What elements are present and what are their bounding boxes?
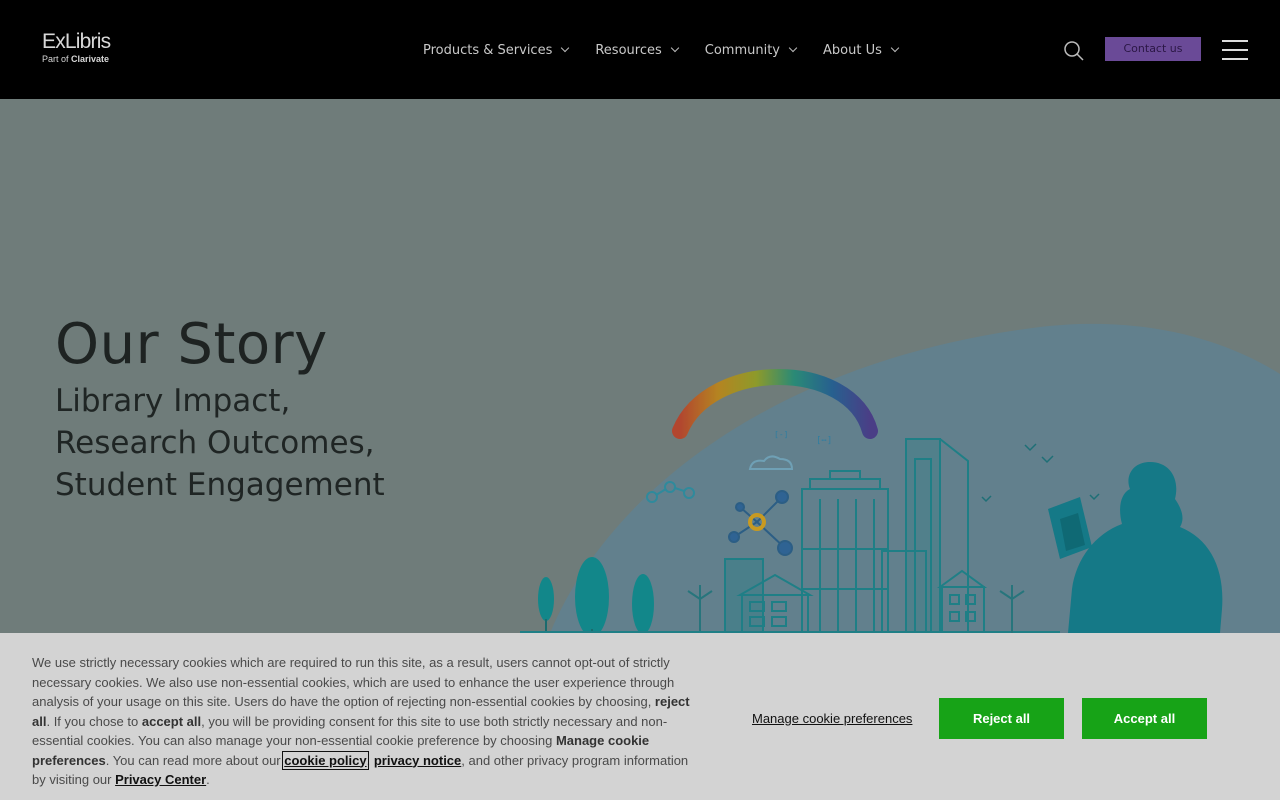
cookie-notice-text: We use strictly necessary cookies which … — [32, 653, 702, 790]
nav-item-about-us[interactable]: About Us — [823, 40, 900, 60]
cookie-text-segment: . If you chose to — [46, 713, 142, 729]
svg-text:[-]: [-] — [774, 430, 788, 439]
hamburger-icon — [1222, 40, 1248, 42]
nav-label: About Us — [823, 42, 882, 58]
search-button[interactable] — [1063, 40, 1085, 62]
subtitle-line: Student Engagement — [55, 467, 385, 503]
privacy-center-link[interactable]: Privacy Center — [115, 772, 206, 787]
cookie-text-segment: We use strictly necessary cookies which … — [32, 655, 675, 709]
site-header: ExLibris Part of Clarivate Products & Se… — [0, 0, 1280, 99]
privacy-notice-link[interactable]: privacy notice — [374, 753, 461, 768]
svg-text:[⋯]: [⋯] — [816, 436, 832, 446]
main-nav: Products & Services Resources Community … — [423, 40, 900, 60]
subtitle-line: Library Impact, — [55, 383, 291, 419]
nav-item-community[interactable]: Community — [704, 40, 798, 60]
accept-all-button[interactable]: Accept all — [1082, 698, 1207, 739]
hamburger-icon-bar — [1222, 58, 1248, 60]
nav-label: Resources — [595, 42, 662, 58]
logo-wordmark: ExLibris — [42, 30, 111, 53]
hamburger-icon-bar — [1222, 49, 1248, 51]
logo-tagline: Part of Clarivate — [42, 54, 110, 64]
cookie-text-segment: . You can read more about our — [105, 752, 285, 768]
chevron-down-icon — [788, 43, 798, 53]
reject-all-button[interactable]: Reject all — [939, 698, 1064, 739]
hero-subtitle: Library Impact, Research Outcomes, Stude… — [55, 380, 475, 506]
cookie-text-segment: . — [206, 772, 210, 787]
hamburger-menu-button[interactable] — [1222, 40, 1248, 60]
chevron-down-icon — [561, 43, 570, 53]
cookie-text-bold: accept all — [141, 713, 202, 729]
cookie-consent-banner: We use strictly necessary cookies which … — [0, 633, 1280, 800]
nav-item-resources[interactable]: Resources — [595, 40, 679, 60]
hero-section: Our Story Library Impact, Research Outco… — [0, 99, 1280, 633]
chevron-down-icon — [670, 43, 679, 53]
page-title: Our Story — [55, 312, 328, 377]
chevron-down-icon — [890, 43, 900, 53]
exlibris-logo[interactable]: ExLibris Part of Clarivate — [42, 30, 111, 65]
manage-cookie-preferences-link[interactable]: Manage cookie preferences — [752, 711, 912, 726]
subtitle-line: Research Outcomes, — [55, 425, 375, 461]
search-icon — [1064, 41, 1084, 61]
nav-label: Products & Services — [423, 42, 553, 58]
cookie-text-segment: , — [366, 752, 374, 768]
cookie-policy-link[interactable]: cookie policy — [282, 750, 369, 770]
contact-us-button[interactable]: Contact us — [1105, 37, 1201, 61]
nav-item-products-services[interactable]: Products & Services — [423, 40, 570, 60]
nav-label: Community — [704, 42, 780, 58]
city-reader-illustration: [⋯] [-] — [520, 323, 1280, 633]
